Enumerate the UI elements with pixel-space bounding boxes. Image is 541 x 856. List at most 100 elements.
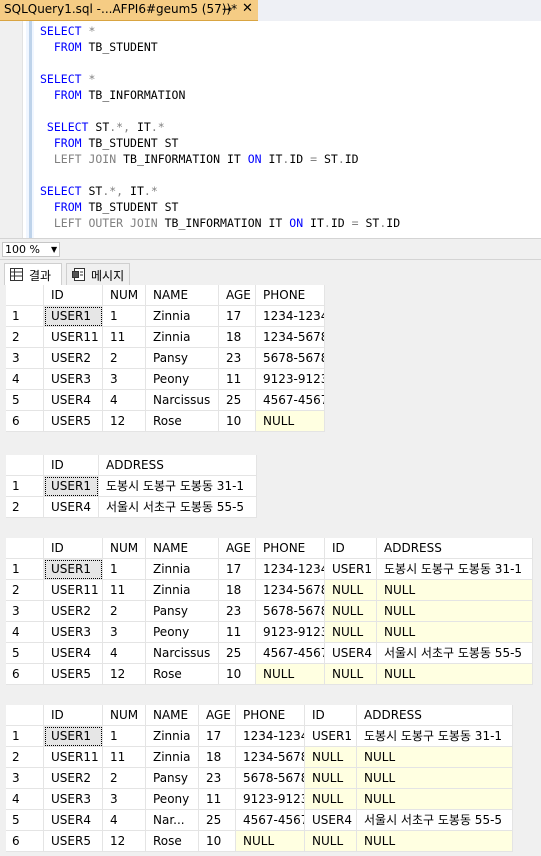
grid-cell[interactable]: 3 (103, 622, 146, 643)
row-number[interactable]: 1 (6, 726, 44, 747)
column-header[interactable]: AGE (199, 705, 236, 726)
grid-cell[interactable]: 11 (103, 580, 146, 601)
grid-cell[interactable]: USER4 (44, 810, 103, 831)
grid-cell[interactable]: 10 (219, 664, 256, 685)
grid-cell[interactable]: 17 (199, 726, 236, 747)
column-header[interactable]: NUM (103, 285, 146, 306)
grid-cell[interactable]: Nar... (146, 810, 199, 831)
grid-cell[interactable]: NULL (305, 768, 357, 789)
row-number[interactable]: 5 (6, 810, 44, 831)
grid-cell[interactable]: USER1 (44, 559, 103, 580)
grid-cell[interactable]: 18 (219, 580, 256, 601)
grid-cell[interactable]: USER4 (44, 390, 103, 411)
tab-messages[interactable]: 메시지 (66, 263, 130, 285)
row-number[interactable]: 4 (6, 622, 44, 643)
grid-cell[interactable]: Peony (146, 369, 219, 390)
query-tab[interactable]: SQLQuery1.sql -...AFPI6#geum5 (57))* ⊸ ✕ (0, 0, 258, 21)
grid-cell[interactable]: 9123-9123 (256, 622, 325, 643)
grid-cell[interactable]: NULL (305, 747, 357, 768)
grid-cell[interactable]: 4567-4567 (256, 390, 325, 411)
grid-cell[interactable]: USER2 (44, 768, 103, 789)
grid-cell[interactable]: 5678-5678 (256, 601, 325, 622)
grid-cell[interactable]: 10 (219, 411, 256, 432)
row-number[interactable]: 4 (6, 789, 44, 810)
grid-cell[interactable]: NULL (236, 831, 305, 852)
grid-cell[interactable]: 1234-1234 (256, 306, 325, 327)
grid-cell[interactable]: NULL (256, 411, 325, 432)
grid-cell[interactable]: 1234-5678 (236, 747, 305, 768)
row-number[interactable]: 3 (6, 601, 44, 622)
grid-cell[interactable]: USER5 (44, 664, 103, 685)
code-line[interactable]: SELECT ST.*, IT.* (40, 119, 165, 135)
zoom-dropdown[interactable]: 100 % ▼ (2, 242, 60, 257)
grid-cell[interactable]: 4567-4567 (256, 643, 325, 664)
grid-cell[interactable]: USER3 (44, 622, 103, 643)
grid-cell[interactable]: 23 (219, 348, 256, 369)
results-pane[interactable]: ID NUM NAME AGE PHONE 1 USER1 1 Zinnia 17 1234-123… (0, 285, 541, 856)
column-header[interactable]: NAME (146, 538, 219, 559)
grid-cell[interactable]: NULL (305, 831, 357, 852)
grid-cell[interactable]: USER2 (44, 601, 103, 622)
row-number[interactable]: 2 (6, 580, 44, 601)
grid-cell[interactable]: USER1 (44, 726, 103, 747)
grid-cell[interactable]: Rose (146, 831, 199, 852)
grid-cell[interactable]: NULL (325, 580, 377, 601)
grid-cell[interactable]: 17 (219, 559, 256, 580)
column-header[interactable]: ID (325, 538, 377, 559)
grid-cell[interactable]: 3 (103, 369, 146, 390)
grid-cell[interactable]: USER11 (44, 580, 103, 601)
grid-cell[interactable]: 서울시 서초구 도봉동 55-5 (357, 810, 513, 831)
result-grid[interactable]: ID NUM NAME AGE PHONE ID ADDRESS 1 USER1 1 Zinnia 1… (6, 705, 513, 852)
grid-cell[interactable]: Zinnia (146, 559, 219, 580)
code-line[interactable]: SELECT * (40, 71, 95, 87)
row-number[interactable]: 6 (6, 831, 44, 852)
grid-cell[interactable]: Pansy (146, 348, 219, 369)
grid-cell[interactable]: 1234-1234 (256, 559, 325, 580)
tab-results[interactable]: 결과 (4, 263, 62, 285)
grid-cell[interactable]: 25 (219, 390, 256, 411)
grid-cell[interactable]: Peony (146, 789, 199, 810)
row-number[interactable]: 5 (6, 390, 44, 411)
grid-cell[interactable]: 12 (103, 664, 146, 685)
grid-cell[interactable]: USER1 (305, 726, 357, 747)
grid-cell[interactable]: 1 (103, 726, 146, 747)
grid-cell[interactable]: 12 (103, 831, 146, 852)
row-number[interactable]: 5 (6, 643, 44, 664)
grid-cell[interactable]: 25 (219, 643, 256, 664)
grid-cell[interactable]: NULL (357, 747, 513, 768)
chevron-down-icon[interactable]: ▼ (51, 243, 57, 257)
grid-cell[interactable]: 5678-5678 (256, 348, 325, 369)
grid-cell[interactable]: Rose (146, 664, 219, 685)
column-header[interactable]: ADDRESS (99, 455, 257, 476)
pin-icon[interactable]: ⊸ (222, 2, 232, 16)
grid-cell[interactable]: 11 (219, 369, 256, 390)
grid-cell[interactable]: USER1 (44, 306, 103, 327)
grid-cell[interactable]: NULL (305, 789, 357, 810)
column-header[interactable]: PHONE (256, 538, 325, 559)
row-number[interactable]: 2 (6, 497, 44, 518)
row-number[interactable]: 4 (6, 369, 44, 390)
column-header[interactable]: ADDRESS (377, 538, 533, 559)
grid-cell[interactable]: 1 (103, 306, 146, 327)
grid-cell[interactable]: 4567-4567 (236, 810, 305, 831)
column-header[interactable]: ADDRESS (357, 705, 513, 726)
row-number[interactable]: 3 (6, 348, 44, 369)
grid-cell[interactable]: NULL (357, 831, 513, 852)
grid-corner[interactable] (6, 538, 44, 559)
grid-corner[interactable] (6, 285, 44, 306)
grid-cell[interactable]: 17 (219, 306, 256, 327)
grid-cell[interactable]: 18 (219, 327, 256, 348)
grid-cell[interactable]: Narcissus (146, 643, 219, 664)
column-header[interactable]: ID (44, 455, 99, 476)
grid-cell[interactable]: NULL (377, 622, 533, 643)
column-header[interactable]: PHONE (236, 705, 305, 726)
code-line[interactable]: SELECT ST.*, IT.* (40, 183, 158, 199)
grid-cell[interactable]: 25 (199, 810, 236, 831)
result-grid[interactable]: ID NUM NAME AGE PHONE ID ADDRESS 1 USER1 1 Zinnia 1… (6, 538, 533, 685)
grid-cell[interactable]: NULL (325, 622, 377, 643)
grid-cell[interactable]: Pansy (146, 768, 199, 789)
row-number[interactable]: 1 (6, 476, 44, 497)
grid-cell[interactable]: USER2 (44, 348, 103, 369)
grid-cell[interactable]: 9123-9123 (256, 369, 325, 390)
code-line[interactable]: FROM TB_INFORMATION (40, 87, 186, 103)
